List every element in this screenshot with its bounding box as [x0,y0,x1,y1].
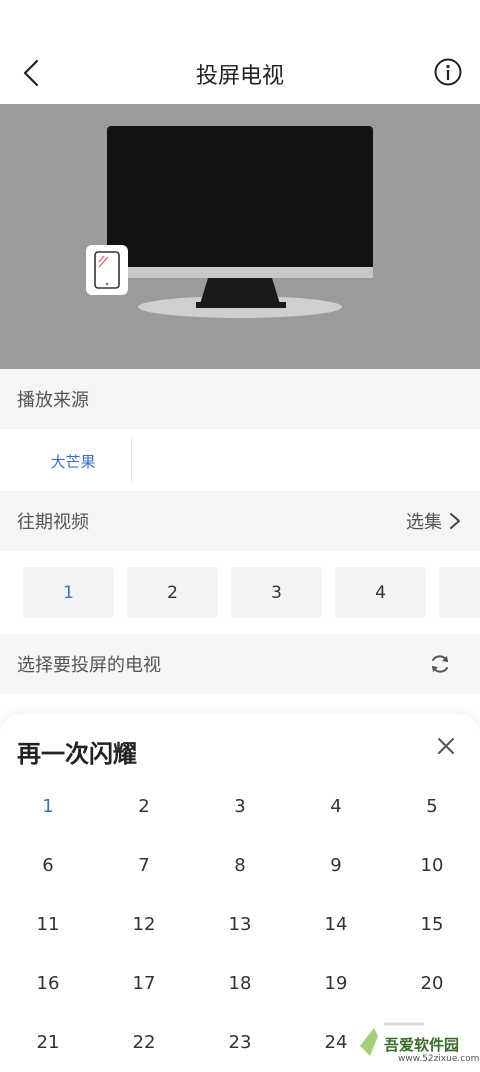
close-icon[interactable] [434,734,458,758]
episode-chip-1[interactable]: 1 [23,567,114,618]
tv-illustration [86,126,373,318]
tv-preview [0,104,480,369]
episode-number-18[interactable]: 18 [192,973,288,994]
top-bar: 投屏电视 [0,0,480,104]
tv-select-section-title: 选择要投屏的电视 [17,655,161,676]
episode-number-1[interactable]: 1 [0,796,96,817]
phone-icon [86,245,128,295]
source-section-title: 播放来源 [17,390,89,411]
episode-number-15[interactable]: 15 [384,914,480,935]
episode-number-23[interactable]: 23 [192,1032,288,1053]
episode-number-16[interactable]: 16 [0,973,96,994]
episodes-section-title: 往期视频 [17,512,89,533]
episode-number-19[interactable]: 19 [288,973,384,994]
source-list: 大芒果 [0,429,480,491]
episode-number-7[interactable]: 7 [96,855,192,876]
episode-number-5[interactable]: 5 [384,796,480,817]
source-section-header: 播放来源 [0,369,480,429]
episode-number-20[interactable]: 20 [384,973,480,994]
episode-number-4[interactable]: 4 [288,796,384,817]
episode-chip-partial[interactable] [439,567,480,618]
watermark: 吾爱软件园 www.52zixue.com [354,1006,479,1068]
episode-chip-3[interactable]: 3 [231,567,322,618]
episode-number-8[interactable]: 8 [192,855,288,876]
episodes-section-header: 往期视频 选集 [0,491,480,551]
select-episodes-button[interactable]: 选集 [406,508,462,534]
episode-chip-2[interactable]: 2 [127,567,218,618]
episode-number-22[interactable]: 22 [96,1032,192,1053]
tv-select-section-header: 选择要投屏的电视 [0,634,480,694]
episode-number-2[interactable]: 2 [96,796,192,817]
watermark-text: 吾爱软件园 [384,1036,460,1054]
info-icon[interactable] [432,56,464,88]
episode-number-3[interactable]: 3 [192,796,288,817]
episode-number-9[interactable]: 9 [288,855,384,876]
episode-number-6[interactable]: 6 [0,855,96,876]
episode-number-10[interactable]: 10 [384,855,480,876]
page-title: 投屏电视 [195,64,284,89]
episode-number-12[interactable]: 12 [96,914,192,935]
episode-number-17[interactable]: 17 [96,973,192,994]
episode-number-13[interactable]: 13 [192,914,288,935]
episode-number-14[interactable]: 14 [288,914,384,935]
episode-number-21[interactable]: 21 [0,1032,96,1053]
source-item-damangguo[interactable]: 大芒果 [18,451,128,472]
divider [131,437,132,483]
episode-number-11[interactable]: 11 [0,914,96,935]
episode-chip-row: 1 2 3 4 [0,551,480,634]
select-episodes-label: 选集 [406,512,442,533]
chevron-right-icon [450,513,460,529]
watermark-url: www.52zixue.com [398,1054,480,1064]
episode-picker-sheet: 再一次闪耀 1 2 3 4 5 6 7 8 9 10 11 12 13 14 15 16 17 18 19 20 21 2… [0,714,480,1072]
episode-chip-4[interactable]: 4 [335,567,426,618]
sheet-title: 再一次闪耀 [17,740,137,768]
refresh-icon[interactable] [428,652,452,676]
